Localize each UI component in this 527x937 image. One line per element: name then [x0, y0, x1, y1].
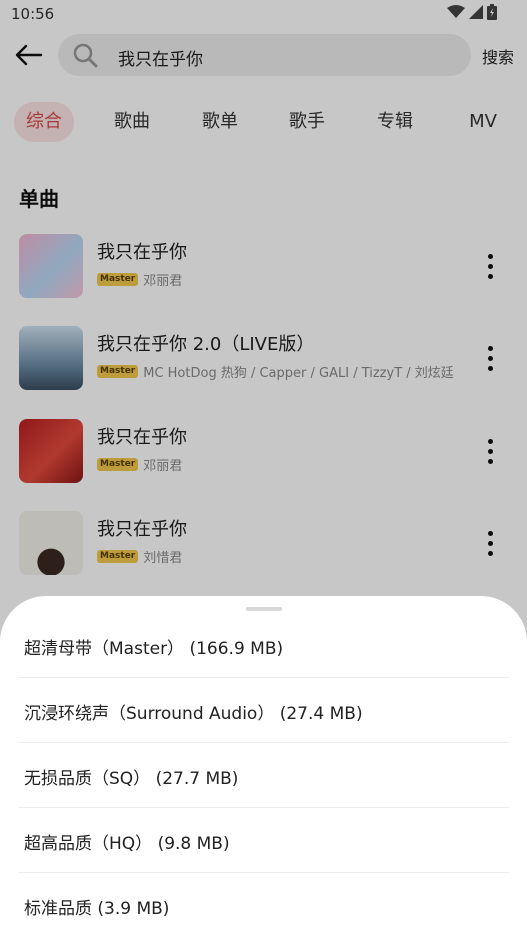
quality-option-standard[interactable]: 标准品质 (3.9 MB) — [18, 873, 509, 937]
quality-option-label: 超清母带（Master） (166.9 MB) — [24, 639, 284, 659]
quality-option-hq[interactable]: 超高品质（HQ） (9.8 MB) — [18, 808, 509, 873]
quality-option-surround[interactable]: 沉浸环绕声（Surround Audio） (27.4 MB) — [18, 678, 509, 743]
quality-option-label: 超高品质（HQ） (9.8 MB) — [24, 834, 230, 854]
sheet-drag-handle[interactable] — [246, 607, 282, 611]
quality-option-label: 无损品质（SQ） (27.7 MB) — [24, 769, 239, 789]
quality-bottom-sheet: 超清母带（Master） (166.9 MB) 沉浸环绕声（Surround A… — [0, 596, 527, 937]
quality-option-label: 沉浸环绕声（Surround Audio） (27.4 MB) — [24, 704, 363, 724]
quality-option-label: 标准品质 (3.9 MB) — [24, 899, 170, 919]
quality-option-master[interactable]: 超清母带（Master） (166.9 MB) — [18, 613, 509, 678]
quality-option-sq[interactable]: 无损品质（SQ） (27.7 MB) — [18, 743, 509, 808]
